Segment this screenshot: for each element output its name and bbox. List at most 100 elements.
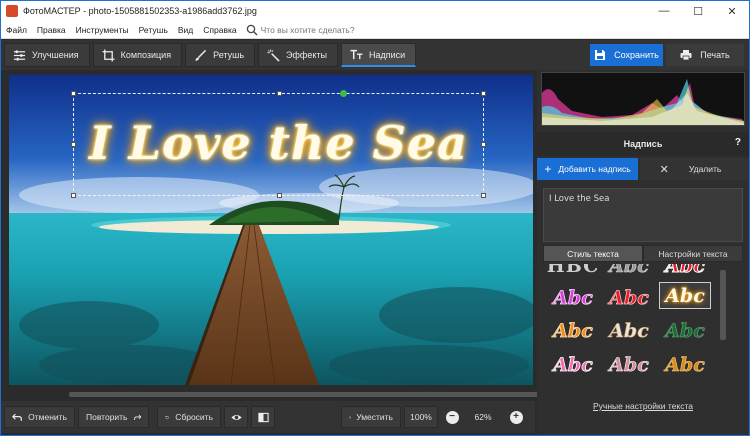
resize-handle-bottom[interactable] <box>277 193 282 198</box>
text-style-preset[interactable]: Abc <box>659 317 711 344</box>
tab-enhance-label: Улучшения <box>32 50 79 60</box>
compare-button[interactable] <box>251 406 275 428</box>
zoom-100-label: 100% <box>410 412 432 422</box>
menu-help[interactable]: Справка <box>198 25 241 35</box>
plus-icon: + <box>544 162 552 176</box>
tab-retouch-label: Ретушь <box>213 50 245 60</box>
floppy-disk-icon <box>595 50 606 60</box>
help-button[interactable]: ? <box>735 137 741 148</box>
save-button[interactable]: Сохранить <box>590 44 663 66</box>
redo-label: Повторить <box>86 412 128 422</box>
text-style-preset[interactable]: Abc <box>603 351 655 378</box>
eye-icon <box>230 414 242 420</box>
menu-search <box>246 24 421 36</box>
close-button[interactable]: ✕ <box>715 1 749 21</box>
text-style-preset[interactable]: Abc <box>603 264 655 279</box>
text-styles-grid: HBC Abc Abc Abc Abc Abc Abc Abc Abc Abc … <box>543 264 723 388</box>
minimize-button[interactable]: — <box>647 1 681 21</box>
tab-enhance[interactable]: Улучшения <box>4 43 90 67</box>
resize-handle-bottom-left[interactable] <box>71 193 76 198</box>
tab-text-settings[interactable]: Настройки текста <box>643 245 743 262</box>
manual-text-settings-link[interactable]: Ручные настройки текста <box>537 401 749 411</box>
print-button[interactable]: Печать <box>666 44 744 66</box>
zoom-100-button[interactable]: 100% <box>404 406 438 428</box>
search-input[interactable] <box>260 24 421 35</box>
text-style-preset[interactable]: Abc <box>603 317 655 344</box>
menu-retouch[interactable]: Ретушь <box>134 25 173 35</box>
menu-view[interactable]: Вид <box>173 25 198 35</box>
text-style-preset[interactable]: Abc <box>659 351 711 378</box>
zoom-out-control: − <box>442 410 462 424</box>
save-button-label: Сохранить <box>614 50 659 60</box>
panel-title: Надпись <box>623 139 663 149</box>
menu-tools[interactable]: Инструменты <box>71 25 134 35</box>
zoom-in-control: + <box>506 410 526 424</box>
resize-handle-top[interactable] <box>277 91 282 96</box>
resize-handle-right[interactable] <box>481 142 486 147</box>
rotate-handle[interactable] <box>340 90 347 97</box>
tab-effects[interactable]: Эффекты <box>258 43 338 67</box>
fit-button[interactable]: Уместить <box>341 406 401 428</box>
app-logo-icon <box>6 5 18 17</box>
text-style-preset-selected[interactable]: Abc <box>659 282 711 309</box>
preview-button[interactable] <box>224 406 248 428</box>
delete-caption-button[interactable]: ✕ Удалить <box>640 158 749 180</box>
compare-icon <box>257 412 269 422</box>
caption-text-field[interactable]: I Love the Sea <box>543 188 743 242</box>
crop-icon <box>102 48 115 62</box>
main-toolbar: Улучшения Композиция Ретушь Эффекты Надп… <box>1 40 749 70</box>
resize-handle-left[interactable] <box>71 142 76 147</box>
text-style-preset[interactable]: Abc <box>547 284 599 311</box>
tab-text-style[interactable]: Стиль текста <box>543 245 643 262</box>
histogram-graph <box>542 79 744 125</box>
menu-edit[interactable]: Правка <box>32 25 71 35</box>
window-title: ФотоМАСТЕР - photo-1505881502353-a1986ad… <box>23 6 257 16</box>
styles-scrollbar-thumb[interactable] <box>720 270 726 340</box>
zoom-in-button[interactable]: + <box>509 410 523 424</box>
styles-vertical-scrollbar[interactable] <box>719 264 728 388</box>
delete-caption-label: Удалить <box>688 164 722 174</box>
add-caption-button[interactable]: + Добавить надпись <box>537 158 638 180</box>
resize-handle-bottom-right[interactable] <box>481 193 486 198</box>
tab-captions[interactable]: Надписи <box>340 43 417 67</box>
reset-button[interactable]: Сбросить <box>157 406 221 428</box>
right-panel: Надпись ? + Добавить надпись ✕ Удалить I… <box>537 70 749 435</box>
photo-canvas[interactable]: I Love the Sea <box>9 75 533 385</box>
tab-captions-label: Надписи <box>368 49 406 60</box>
resize-handle-top-left[interactable] <box>71 91 76 96</box>
redo-button[interactable]: Повторить <box>78 406 149 428</box>
zoom-level: 62% <box>474 412 492 422</box>
app-window: ФотоМАСТЕР - photo-1505881502353-a1986ad… <box>0 0 750 436</box>
bottom-toolbar: Отменить Повторить Сбросить Уместить 100… <box>1 401 535 433</box>
undo-button[interactable]: Отменить <box>4 406 75 428</box>
caption-selection-box[interactable] <box>71 90 486 198</box>
tab-composition[interactable]: Композиция <box>92 43 183 67</box>
magic-wand-icon <box>267 48 280 62</box>
zoom-out-button[interactable]: − <box>445 410 459 424</box>
text-style-preset[interactable]: Abc <box>603 284 655 311</box>
menu-file[interactable]: Файл <box>1 25 32 35</box>
maximize-button[interactable]: ☐ <box>681 1 715 21</box>
histogram <box>541 72 745 126</box>
fit-label: Уместить <box>356 412 393 422</box>
resize-handle-top-right[interactable] <box>481 91 486 96</box>
tab-retouch[interactable]: Ретушь <box>185 43 256 67</box>
undo-icon <box>12 413 22 421</box>
canvas-horizontal-scrollbar[interactable] <box>9 390 539 399</box>
canvas-area: I Love the Sea <box>1 70 535 390</box>
reset-icon <box>165 415 169 419</box>
window-controls: — ☐ ✕ <box>647 1 749 21</box>
add-caption-label: Добавить надпись <box>558 164 631 174</box>
text-style-preset[interactable]: Abc <box>547 317 599 344</box>
scrollbar-thumb[interactable] <box>69 392 539 397</box>
text-style-preset[interactable]: Abc <box>547 351 599 378</box>
brush-icon <box>195 49 207 61</box>
text-style-preset[interactable]: Abc <box>659 264 711 279</box>
text-style-preset[interactable]: HBC <box>547 264 599 279</box>
print-button-label: Печать <box>700 50 730 60</box>
tab-effects-label: Эффекты <box>286 50 327 60</box>
sliders-icon <box>13 49 26 61</box>
menu-bar: Файл Правка Инструменты Ретушь Вид Справ… <box>1 21 749 39</box>
tab-composition-label: Композиция <box>120 50 172 60</box>
printer-icon <box>680 50 692 61</box>
